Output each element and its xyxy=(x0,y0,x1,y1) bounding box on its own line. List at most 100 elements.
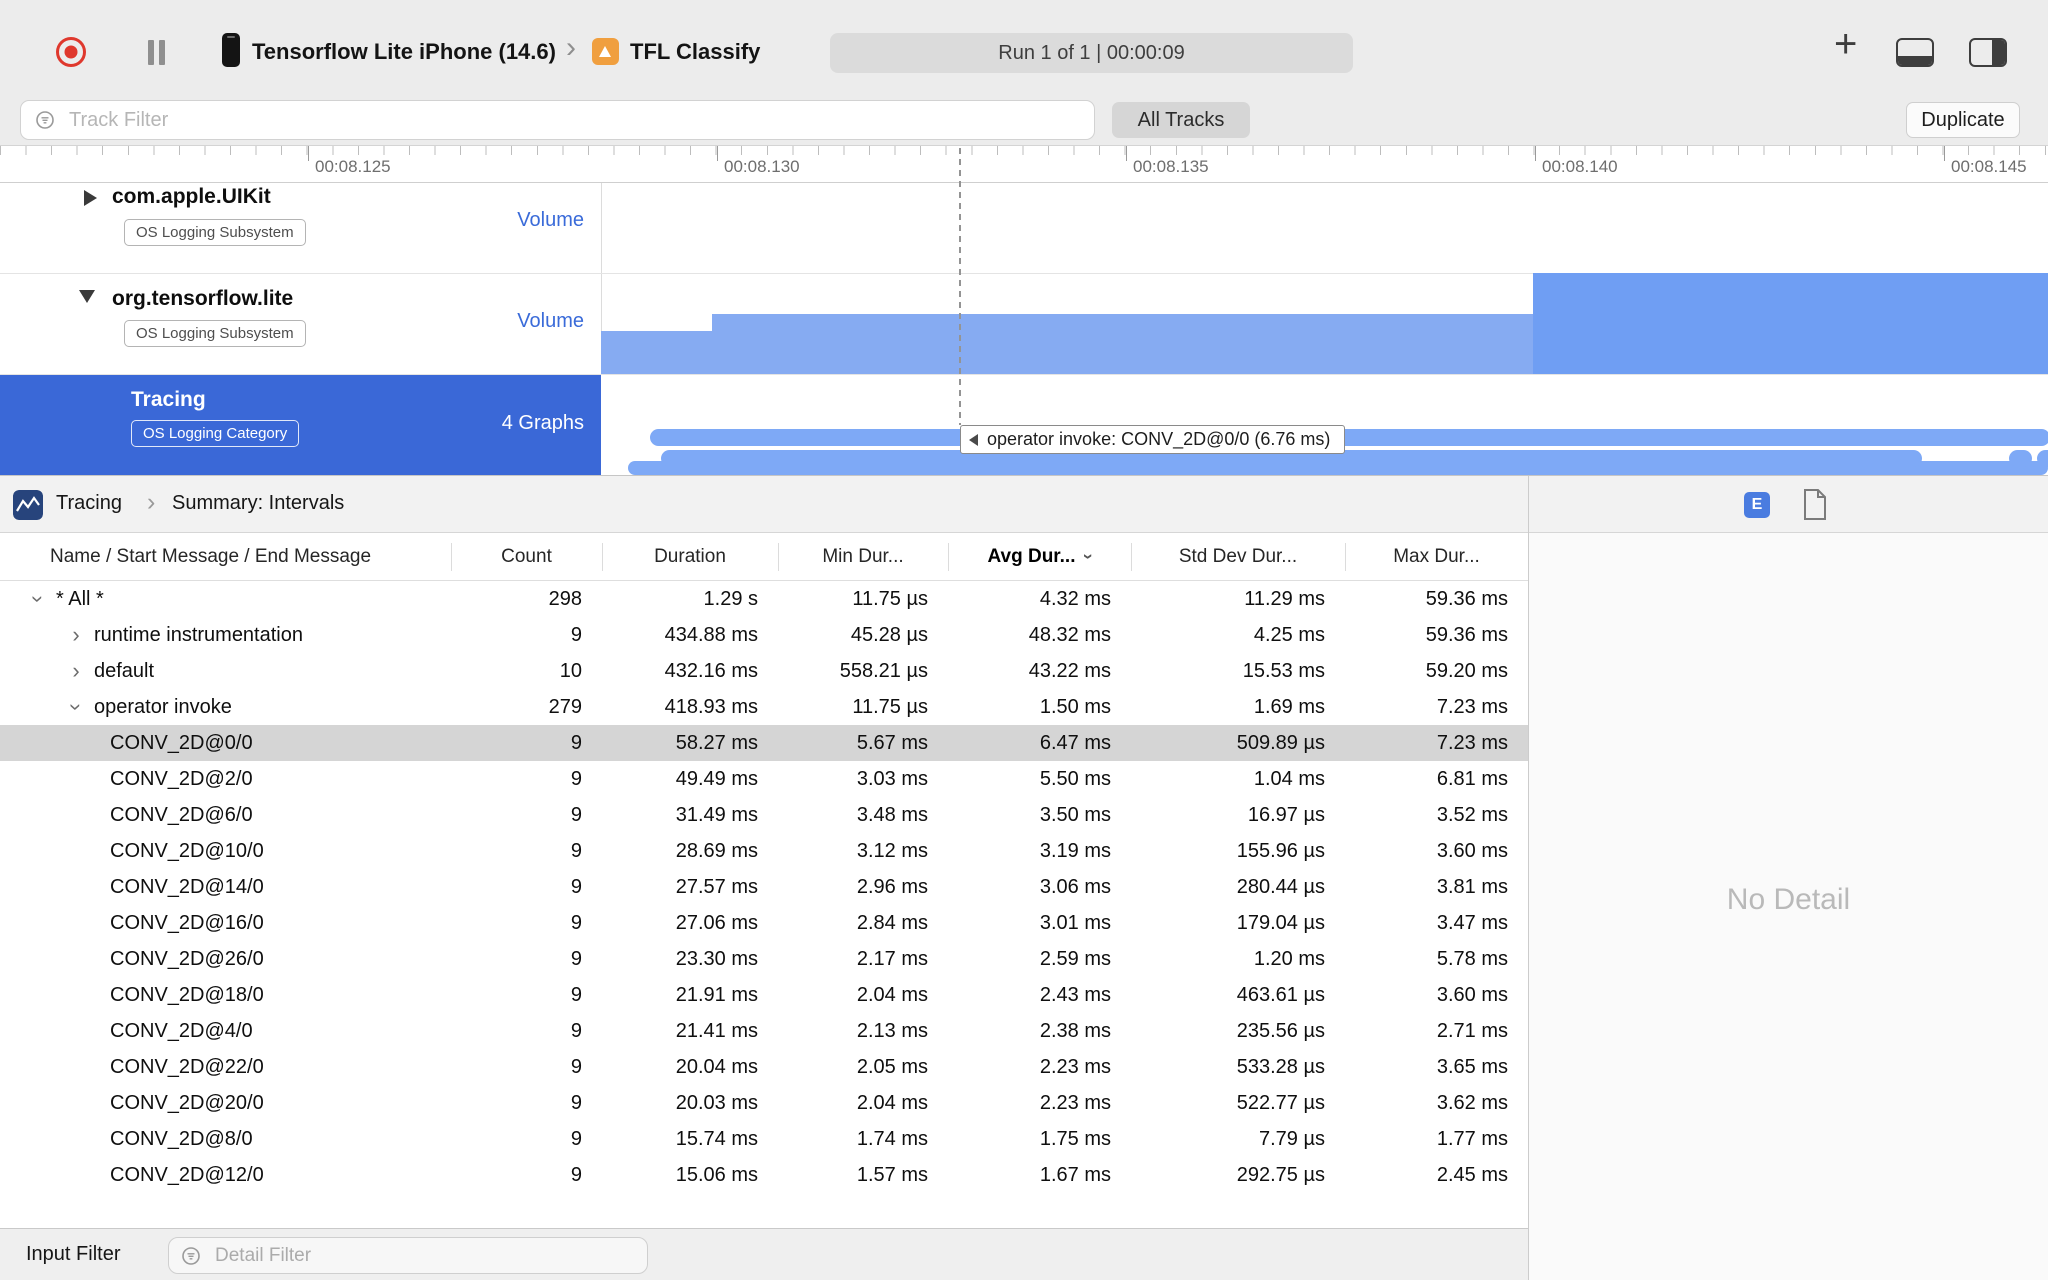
track-meta: 4 Graphs xyxy=(501,412,584,434)
interval-capsule[interactable] xyxy=(650,429,2048,446)
ruler-major-tick xyxy=(308,146,309,161)
track-meta: Volume xyxy=(517,209,584,231)
column-header-name[interactable]: Name / Start Message / End Message xyxy=(0,546,451,568)
row-name: CONV_2D@0/0 xyxy=(110,732,253,754)
interval-tooltip-label: operator invoke: CONV_2D@0/0 (6.76 ms) xyxy=(987,429,1331,449)
volume-graph-segment[interactable] xyxy=(601,331,712,375)
table-row[interactable]: operator invoke 279418.93 ms11.75 µs1.50… xyxy=(0,689,1528,725)
row-name: CONV_2D@26/0 xyxy=(110,948,264,970)
bottom-filter-bar: Input Filter xyxy=(0,1228,1528,1280)
volume-graph-segment[interactable] xyxy=(712,314,1533,375)
panel-divider[interactable] xyxy=(1528,476,1529,1280)
iphone-icon xyxy=(222,33,240,67)
table-row[interactable]: CONV_2D@22/0 9 20.04 ms 2.05 ms 2.23 ms 533.… xyxy=(0,1049,1528,1085)
playhead[interactable] xyxy=(959,148,961,425)
ruler-major-tick xyxy=(717,146,718,161)
row-name: CONV_2D@20/0 xyxy=(110,1092,264,1114)
table-row[interactable]: CONV_2D@20/0 9 20.03 ms 2.04 ms 2.23 ms 522.… xyxy=(0,1085,1528,1121)
run-status: Run 1 of 1 | 00:00:09 xyxy=(830,33,1353,73)
column-header-max[interactable]: Max Dur... xyxy=(1345,546,1528,568)
detail-filter-input[interactable] xyxy=(168,1237,648,1274)
device-selector[interactable]: Tensorflow Lite iPhone (14.6) xyxy=(252,39,556,65)
document-icon[interactable] xyxy=(1802,488,1828,521)
input-filter-label: Input Filter xyxy=(26,1243,121,1265)
table-row[interactable]: CONV_2D@10/0 9 28.69 ms 3.12 ms 3.19 ms 155.… xyxy=(0,833,1528,869)
track-filter-input[interactable] xyxy=(20,100,1095,140)
column-divider xyxy=(1131,543,1132,571)
column-header-stddev[interactable]: Std Dev Dur... xyxy=(1131,546,1345,568)
column-header-count[interactable]: Count xyxy=(451,546,602,568)
tracing-instrument-icon xyxy=(13,490,43,520)
table-row[interactable]: CONV_2D@2/0 9 49.49 ms 3.03 ms 5.50 ms 1.04 … xyxy=(0,761,1528,797)
ruler-time-label: 00:08.145 xyxy=(1951,157,2027,176)
duplicate-button[interactable]: Duplicate xyxy=(1906,102,2020,138)
table-row[interactable]: CONV_2D@16/0 9 27.06 ms 2.84 ms 3.01 ms 179.… xyxy=(0,905,1528,941)
column-header-min[interactable]: Min Dur... xyxy=(778,546,948,568)
pause-icon[interactable] xyxy=(148,40,154,65)
disclosure-expanded-icon[interactable] xyxy=(79,290,95,303)
track-badge: OS Logging Subsystem xyxy=(124,320,306,347)
target-app-selector[interactable]: TFL Classify xyxy=(630,39,760,65)
disclosure-collapsed-icon[interactable] xyxy=(84,190,97,206)
disclosure-right-icon[interactable] xyxy=(66,624,86,646)
table-row-selected[interactable]: CONV_2D@0/0 9 58.27 ms 5.67 ms 6.47 ms 509.8… xyxy=(0,725,1528,761)
column-header-duration[interactable]: Duration xyxy=(602,546,778,568)
interval-tooltip: operator invoke: CONV_2D@0/0 (6.76 ms) xyxy=(960,425,1346,454)
table-row[interactable]: CONV_2D@12/0 9 15.06 ms 1.57 ms 1.67 ms 292.… xyxy=(0,1157,1528,1193)
row-name: CONV_2D@4/0 xyxy=(110,1020,253,1042)
row-name: CONV_2D@14/0 xyxy=(110,876,264,898)
ruler-time-label: 00:08.125 xyxy=(315,157,391,176)
row-name: CONV_2D@12/0 xyxy=(110,1164,264,1186)
ruler-time-label: 00:08.140 xyxy=(1542,157,1618,176)
track-meta: Volume xyxy=(517,310,584,332)
disclosure-right-icon[interactable] xyxy=(66,660,86,682)
table-row[interactable]: runtime instrumentation 9434.88 ms45.28 … xyxy=(0,617,1528,653)
column-divider xyxy=(948,543,949,571)
row-name: default xyxy=(0,653,451,689)
table-row[interactable]: CONV_2D@6/0 9 31.49 ms 3.48 ms 3.50 ms 16.97… xyxy=(0,797,1528,833)
sort-indicator-icon xyxy=(1078,553,1099,559)
row-name: CONV_2D@2/0 xyxy=(110,768,253,790)
table-row[interactable]: * All * 2981.29 s11.75 µs4.32 ms11.29 ms… xyxy=(0,581,1528,617)
interval-capsule[interactable] xyxy=(2009,450,2032,467)
row-name: CONV_2D@8/0 xyxy=(110,1128,253,1150)
interval-capsule[interactable] xyxy=(2037,450,2048,467)
track-title[interactable]: Tracing xyxy=(131,388,206,412)
timeline-ruler[interactable]: 00:08.125 00:08.130 00:08.135 00:08.140 … xyxy=(0,146,2048,183)
row-name: CONV_2D@22/0 xyxy=(110,1056,264,1078)
table-header: Name / Start Message / End Message Count… xyxy=(0,533,1528,581)
table-row[interactable]: CONV_2D@8/0 9 15.74 ms 1.74 ms 1.75 ms 7.79 … xyxy=(0,1121,1528,1157)
track-title[interactable]: org.tensorflow.lite xyxy=(112,287,293,311)
breadcrumb-chevron-icon: › xyxy=(147,488,156,516)
bottom-pane-toggle-icon[interactable] xyxy=(1896,38,1934,67)
row-name: * All * xyxy=(0,581,451,617)
right-pane-toggle-icon[interactable] xyxy=(1969,38,2007,67)
column-divider xyxy=(778,543,779,571)
column-header-avg-sorted[interactable]: Avg Dur... xyxy=(948,546,1131,568)
disclosure-down-icon[interactable] xyxy=(27,589,49,609)
breadcrumb-summary-intervals[interactable]: Summary: Intervals xyxy=(172,492,344,515)
record-icon[interactable] xyxy=(56,37,86,67)
table-row[interactable]: default 10432.16 ms558.21 µs43.22 ms15.5… xyxy=(0,653,1528,689)
disclosure-down-icon[interactable] xyxy=(65,697,87,717)
column-divider xyxy=(602,543,603,571)
breadcrumb-tracing[interactable]: Tracing xyxy=(56,492,122,515)
row-name: operator invoke xyxy=(0,689,451,725)
track-badge: OS Logging Category xyxy=(131,420,300,447)
ruler-major-tick xyxy=(1126,146,1127,161)
volume-graph-segment[interactable] xyxy=(1533,273,2048,375)
expand-badge-button[interactable]: E xyxy=(1744,492,1770,518)
add-instrument-button[interactable]: + xyxy=(1834,22,1857,67)
table-row[interactable]: CONV_2D@14/0 9 27.57 ms 2.96 ms 3.06 ms 280.… xyxy=(0,869,1528,905)
table-row[interactable]: CONV_2D@18/0 9 21.91 ms 2.04 ms 2.43 ms 463.… xyxy=(0,977,1528,1013)
detail-pane-header: Tracing › Summary: Intervals E xyxy=(0,475,2048,533)
row-name: runtime instrumentation xyxy=(0,617,451,653)
table-row[interactable]: CONV_2D@26/0 9 23.30 ms 2.17 ms 2.59 ms 1.20… xyxy=(0,941,1528,977)
table-row[interactable]: CONV_2D@4/0 9 21.41 ms 2.13 ms 2.38 ms 235.5… xyxy=(0,1013,1528,1049)
track-title[interactable]: com.apple.UIKit xyxy=(112,185,271,209)
pause-icon[interactable] xyxy=(159,40,165,65)
filter-bar: All Tracks Duplicate xyxy=(0,94,2048,146)
all-tracks-button[interactable]: All Tracks xyxy=(1112,102,1250,138)
row-name: CONV_2D@16/0 xyxy=(110,912,264,934)
chevron-right-icon: › xyxy=(566,31,576,64)
